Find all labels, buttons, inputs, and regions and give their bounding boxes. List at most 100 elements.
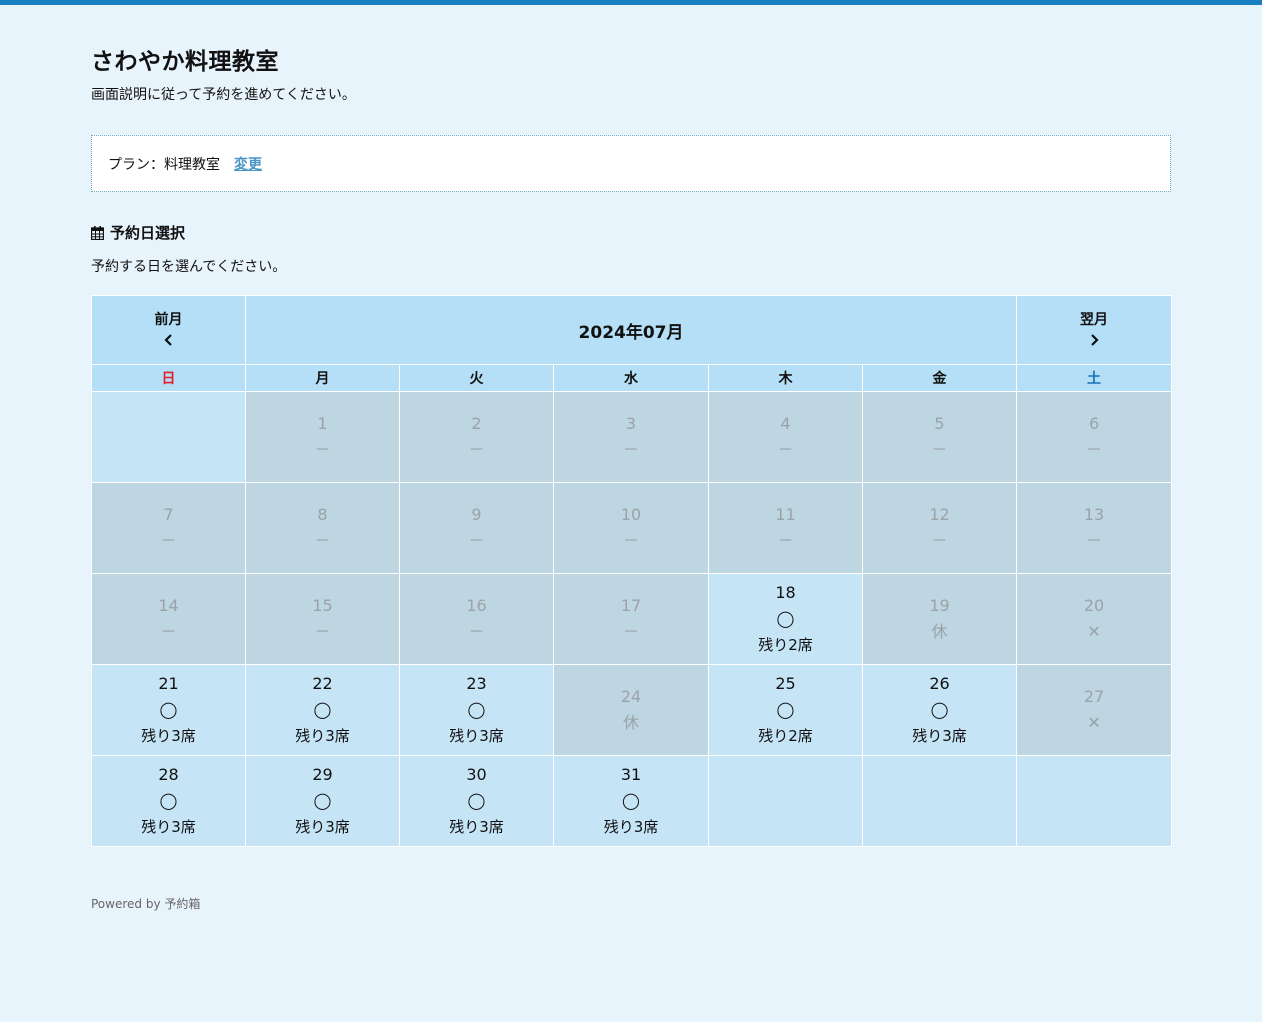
calendar-day-cell[interactable]: 30 ◯ 残り3席 (399, 755, 554, 847)
availability-mark: － (160, 622, 177, 641)
day-number: 29 (312, 765, 333, 784)
day-number: 24 (620, 687, 642, 706)
calendar-day-cell[interactable]: 25 ◯ 残り2席 (708, 664, 863, 756)
availability-mark: － (468, 440, 485, 459)
day-number: 5 (934, 414, 945, 433)
availability-mark: ◯ (313, 700, 332, 719)
remaining-seats: 残り3席 (449, 818, 504, 836)
chevron-left-icon (163, 334, 172, 346)
availability-mark: － (622, 622, 639, 641)
day-number: 15 (312, 596, 333, 615)
day-number: 7 (163, 505, 174, 524)
day-number: 19 (929, 596, 950, 615)
weekday-fri: 金 (861, 364, 1018, 392)
calendar-day-cell: 5 － (861, 391, 1018, 483)
calendar-day-cell: 12 － (861, 482, 1018, 574)
availability-mark: － (1086, 531, 1103, 550)
calendar-day-cell[interactable]: 29 ◯ 残り3席 (245, 755, 400, 847)
remaining-seats: 残り3席 (295, 818, 350, 836)
next-month-label: 翌月 (1080, 312, 1109, 328)
availability-mark: ◯ (622, 791, 640, 810)
prev-month-button[interactable]: 前月 (92, 313, 245, 347)
calendar-day-cell: 16 － (399, 573, 554, 665)
day-number: 20 (1083, 596, 1105, 615)
calendar-day-cell: 9 － (399, 482, 554, 574)
availability-mark: － (931, 531, 948, 550)
prev-month-cell: 前月 (91, 295, 246, 365)
availability-mark: － (622, 531, 639, 550)
availability-mark: ✕ (1087, 622, 1101, 641)
prev-month-label: 前月 (154, 312, 183, 328)
calendar-day-cell: 3 － (553, 391, 709, 483)
calendar-week-row: 28 ◯ 残り3席 29 ◯ 残り3席 30 ◯ 残り3席 31 ◯ 残り3席 (91, 755, 1173, 847)
availability-mark: － (314, 622, 331, 641)
calendar-day-cell: 13 － (1016, 482, 1173, 574)
plan-label: プラン：料理教室 (108, 156, 220, 173)
weekday-tue: 火 (399, 364, 554, 392)
day-number: 16 (466, 596, 487, 615)
calendar-week-row: 7 － 8 － 9 － 10 － 11 － 12 － 13 － (91, 482, 1173, 574)
weekday-thu: 木 (708, 364, 863, 392)
availability-mark: 休 (622, 713, 639, 732)
month-title: 2024年07月 (578, 322, 684, 343)
availability-mark: － (314, 531, 331, 550)
day-number: 8 (317, 505, 328, 524)
calendar-body: 1 － 2 － 3 － 4 － 5 － 6 － 7 － 8 － 9 － 10 － 11 － 12 － 13 － 14 － 15 － 16 － 1… (91, 391, 1173, 847)
day-number: 26 (929, 674, 950, 693)
availability-mark: ◯ (159, 791, 178, 810)
day-number: 25 (775, 674, 796, 693)
day-number: 6 (1088, 414, 1100, 433)
day-number: 27 (1083, 687, 1105, 706)
page-lead: 画面説明に従って予約を進めてください。 (91, 87, 356, 103)
next-month-cell: 翌月 (1016, 295, 1173, 365)
availability-mark: ◯ (930, 700, 949, 719)
day-number: 22 (312, 674, 333, 693)
availability-mark: － (468, 531, 485, 550)
day-number: 12 (929, 505, 950, 524)
day-number: 2 (471, 414, 482, 433)
availability-mark: ◯ (159, 700, 178, 719)
section-title: 予約日選択 (91, 222, 185, 243)
remaining-seats: 残り3席 (141, 727, 196, 745)
remaining-seats: 残り2席 (758, 727, 813, 745)
calendar-day-cell: 7 － (91, 482, 246, 574)
section-title-text: 予約日選択 (110, 224, 186, 242)
availability-mark: ◯ (776, 609, 795, 628)
calendar-day-cell: 24 休 (553, 664, 709, 756)
calendar-empty-cell (708, 755, 863, 847)
calendar-day-cell: 8 － (245, 482, 400, 574)
calendar-day-cell[interactable]: 31 ◯ 残り3席 (553, 755, 709, 847)
day-number: 13 (1083, 505, 1105, 524)
calendar-day-cell[interactable]: 21 ◯ 残り3席 (91, 664, 246, 756)
calendar-empty-cell (1016, 755, 1173, 847)
availability-mark: － (777, 531, 794, 550)
calendar-day-cell[interactable]: 28 ◯ 残り3席 (91, 755, 246, 847)
availability-mark: － (777, 440, 794, 459)
calendar-day-cell[interactable]: 18 ◯ 残り2席 (708, 573, 863, 665)
next-month-button[interactable]: 翌月 (1017, 313, 1171, 347)
day-number: 4 (780, 414, 791, 433)
availability-mark: － (314, 440, 331, 459)
day-number: 3 (625, 414, 637, 433)
remaining-seats: 残り3席 (912, 727, 967, 745)
month-title-cell: 2024年07月 (244, 295, 1018, 365)
calendar-day-cell[interactable]: 22 ◯ 残り3席 (245, 664, 400, 756)
availability-mark: ◯ (467, 791, 486, 810)
footer-powered-by: Powered by 予約箱 (91, 897, 201, 911)
availability-mark: － (160, 531, 177, 550)
remaining-seats: 残り2席 (758, 636, 813, 654)
calendar-day-cell[interactable]: 26 ◯ 残り3席 (861, 664, 1018, 756)
calendar-week-row: 1 － 2 － 3 － 4 － 5 － 6 － (91, 391, 1173, 483)
weekday-mon: 月 (245, 364, 400, 392)
availability-mark: － (931, 440, 948, 459)
plan-change-link[interactable]: 変更 (234, 154, 262, 174)
page-title: さわやか料理教室 (91, 49, 279, 75)
calendar-day-cell: 10 － (553, 482, 709, 574)
calendar-day-cell[interactable]: 23 ◯ 残り3席 (399, 664, 554, 756)
calendar-icon (91, 225, 104, 240)
remaining-seats: 残り3席 (141, 818, 196, 836)
day-number: 9 (471, 505, 482, 524)
calendar-week-row: 21 ◯ 残り3席 22 ◯ 残り3席 23 ◯ 残り3席 24 休 25 ◯ 残り2席 26 ◯ 残り3席 27… (91, 664, 1173, 756)
availability-mark: ◯ (313, 791, 332, 810)
calendar-day-cell: 19 休 (861, 573, 1018, 665)
